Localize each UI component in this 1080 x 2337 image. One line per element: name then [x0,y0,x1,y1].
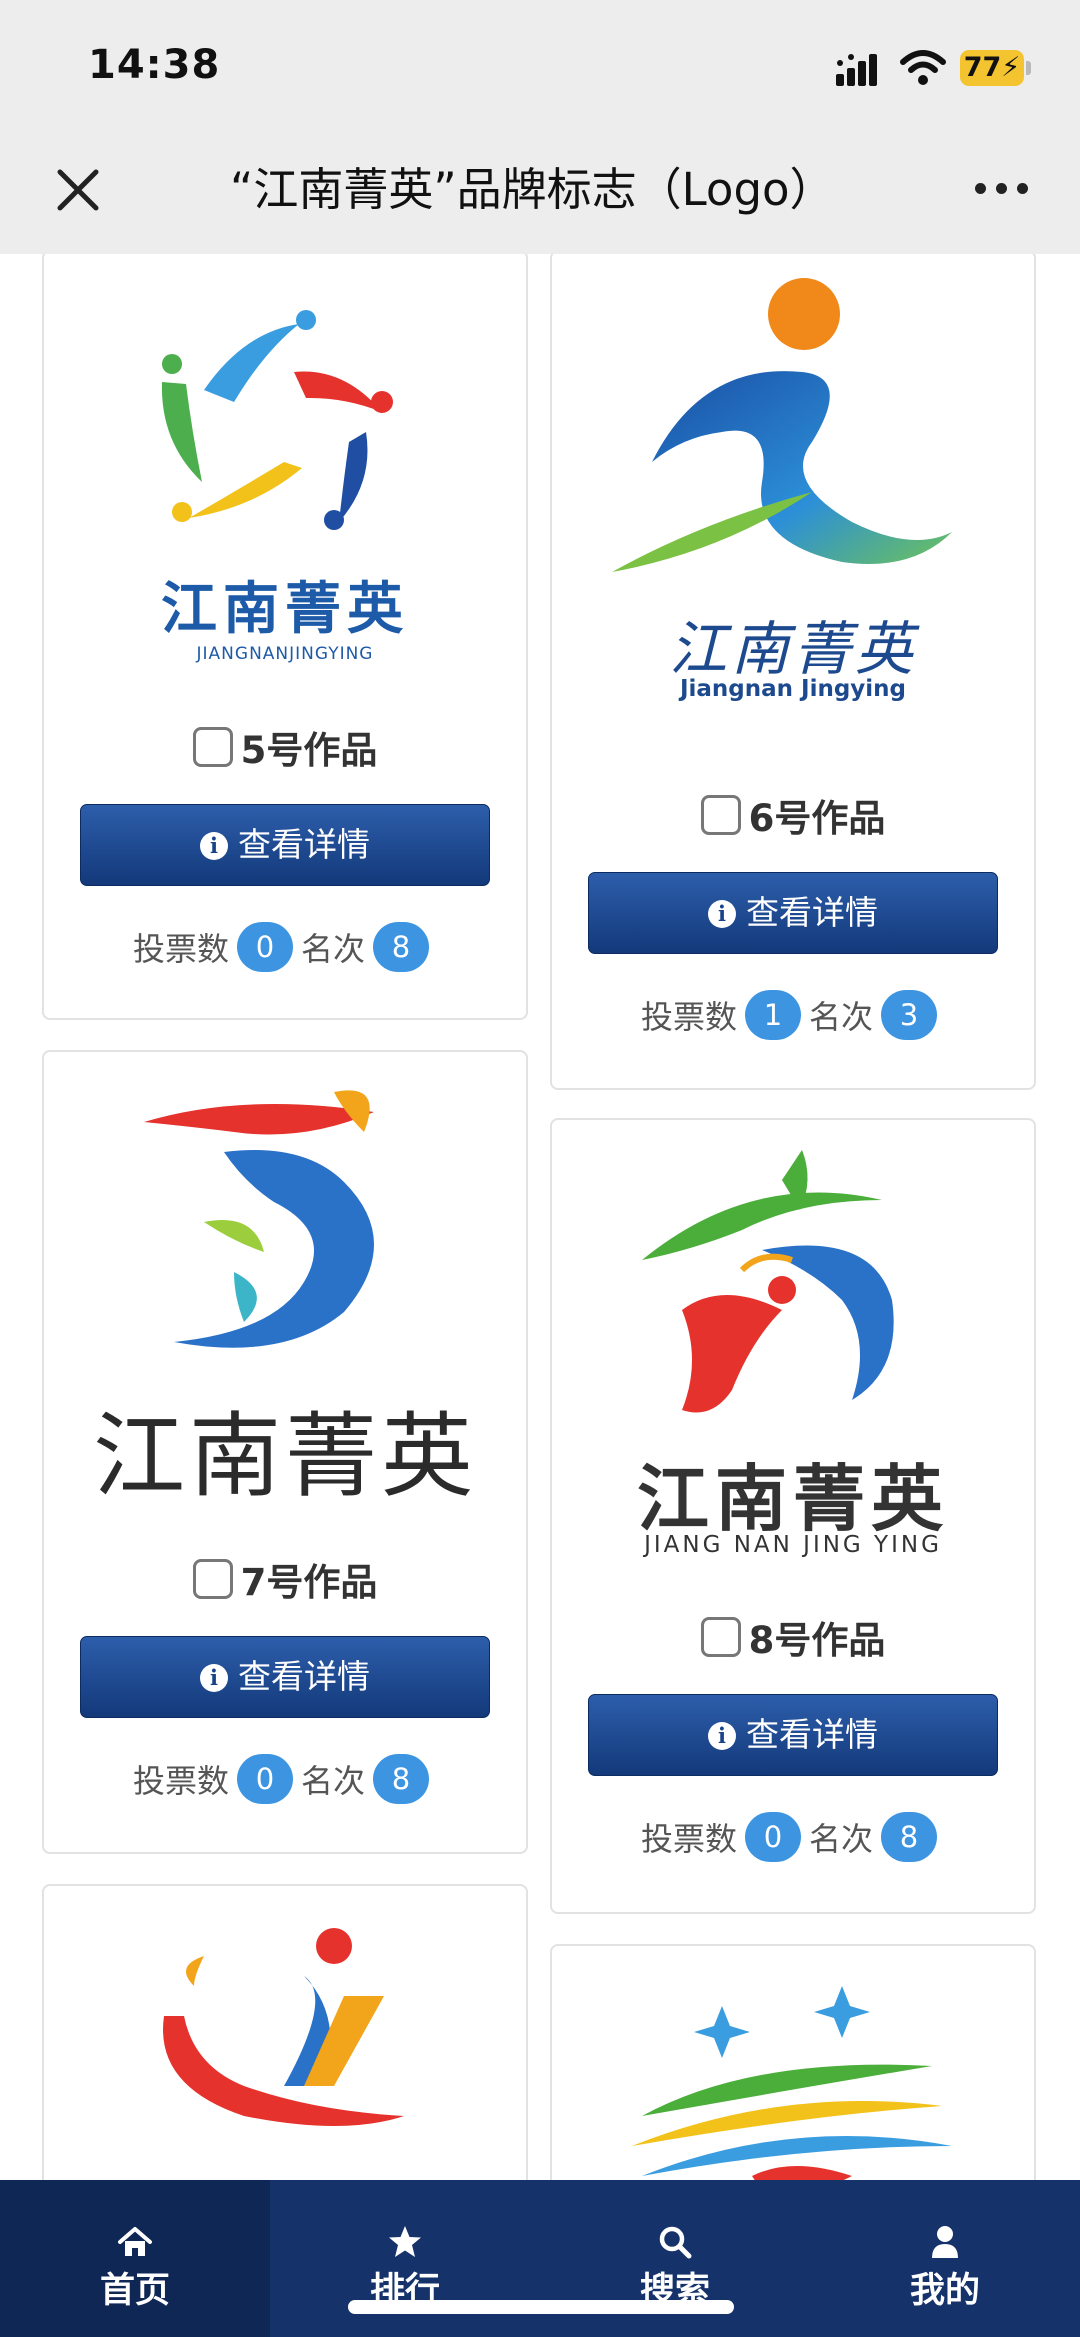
battery-level: 77 [963,52,1002,83]
logo-image-6: 江南菁英 Jiangnan Jingying [552,262,1034,732]
logo-brand-en-8: JIANG NAN JING YING [644,1532,942,1558]
entry-card-7: 江南菁英 7号作品 i 查看详情 投票数 0 名次 8 [42,1050,528,1854]
star-icon [389,2226,421,2257]
logo-brand-cn-6: 江南菁英 [668,615,917,683]
view-details-label-6: 查看详情 [746,893,878,932]
work-label-6: 6号作品 [748,797,886,840]
page-title: “江南菁英”品牌标志（Logo） [230,163,835,216]
charging-bolt-icon: ⚡ [1001,52,1021,83]
votes-count-8: 0 [745,1812,801,1862]
votes-label-8: 投票数 [640,1820,737,1858]
search-icon [659,2226,692,2259]
votes-count-6: 1 [745,990,801,1040]
wifi-icon [900,50,946,85]
votes-label-5: 投票数 [132,930,229,968]
rank-label-6: 名次 [809,998,874,1036]
view-details-button-8[interactable]: i 查看详情 [588,1694,998,1776]
logo-figures-7 [144,1090,374,1348]
rank-value-5: 8 [373,922,430,972]
logo-image-10 [632,1986,952,2180]
rank-label-5: 名次 [301,930,366,968]
work-row-5: 5号作品 [44,720,526,774]
votes-label-7: 投票数 [132,1762,229,1800]
logo-image-5: 江南菁英 JIANGNANJINGYING [44,272,526,692]
logo-brand-cn-7: 江南菁英 [92,1403,477,1510]
close-icon[interactable] [50,162,106,218]
info-icon: i [200,832,228,860]
battery-indicator: 77⚡ [960,50,1024,86]
logo-figures-5 [161,310,393,530]
info-icon: i [708,900,736,928]
votes-count-5: 0 [237,922,293,972]
user-icon [932,2226,958,2258]
stats-row-5: 投票数 0 名次 8 [44,922,526,972]
tab-home-label: 首页 [99,2271,170,2311]
status-time: 14:38 [88,42,221,88]
view-details-button-6[interactable]: i 查看详情 [588,872,998,954]
logo-image-7: 江南菁英 [44,1072,526,1532]
logo-image-9 [163,1928,404,2126]
votes-count-7: 0 [237,1754,293,1804]
work-label-5: 5号作品 [240,729,378,772]
signal-icon [836,54,877,86]
logo-image-8: 江南菁英 JIANG NAN JING YING [552,1140,1034,1580]
vote-checkbox-6[interactable] [700,795,741,835]
stats-row-7: 投票数 0 名次 8 [44,1754,526,1804]
votes-label-6: 投票数 [640,998,737,1036]
work-row-8: 8号作品 [552,1610,1034,1664]
vote-checkbox-7[interactable] [192,1559,233,1599]
rank-value-7: 8 [373,1754,430,1804]
work-label-7: 7号作品 [240,1561,378,1604]
entry-card-5: 江南菁英 JIANGNANJINGYING 5号作品 i 查看详情 投票数 0 名次 8 [42,254,528,1020]
logo-figures-8 [642,1150,894,1413]
stats-row-8: 投票数 0 名次 8 [552,1812,1034,1862]
stats-row-6: 投票数 1 名次 3 [552,990,1034,1040]
entry-grid: 江南菁英 JIANGNANJINGYING 5号作品 i 查看详情 投票数 0 名次 8 [0,254,1080,2180]
more-icon[interactable] [970,176,1034,202]
logo-brand-en-5: JIANGNANJINGYING [196,644,374,664]
battery-cap [1026,61,1031,75]
view-details-label-8: 查看详情 [746,1715,878,1754]
rank-label-8: 名次 [809,1820,874,1858]
view-details-label-5: 查看详情 [238,825,370,864]
view-details-button-5[interactable]: i 查看详情 [80,804,490,886]
tab-home[interactable]: 首页 [0,2180,270,2337]
rank-value-8: 8 [881,1812,938,1862]
top-bar: 14:38 77⚡ “江南菁英”品牌标志（Logo） [0,0,1080,254]
vote-checkbox-5[interactable] [192,727,233,767]
work-row-7: 7号作品 [44,1552,526,1606]
home-indicator[interactable] [348,2300,734,2314]
tab-mine-label: 我的 [909,2271,980,2311]
logo-brand-cn-5: 江南菁英 [161,577,409,642]
work-label-8: 8号作品 [748,1619,886,1662]
rank-label-7: 名次 [301,1762,366,1800]
entry-card-10 [550,1944,1036,2180]
entry-card-8: 江南菁英 JIANG NAN JING YING 8号作品 i 查看详情 投票数 0… [550,1118,1036,1914]
logo-brand-en-6: Jiangnan Jingying [679,676,907,702]
info-icon: i [708,1722,736,1750]
logo-brand-cn-8: 江南菁英 [636,1457,949,1541]
info-icon: i [200,1664,228,1692]
view-details-button-7[interactable]: i 查看详情 [80,1636,490,1718]
logo-figures-6 [612,278,952,572]
vote-checkbox-8[interactable] [700,1617,741,1657]
entry-card-9 [42,1884,528,2180]
rank-value-6: 3 [881,990,938,1040]
tab-mine[interactable]: 我的 [810,2180,1080,2337]
view-details-label-7: 查看详情 [238,1657,370,1696]
home-icon [118,2227,152,2256]
entry-card-6: 江南菁英 Jiangnan Jingying 6号作品 i 查看详情 投票数 1 名次… [550,254,1036,1090]
work-row-6: 6号作品 [552,788,1034,842]
